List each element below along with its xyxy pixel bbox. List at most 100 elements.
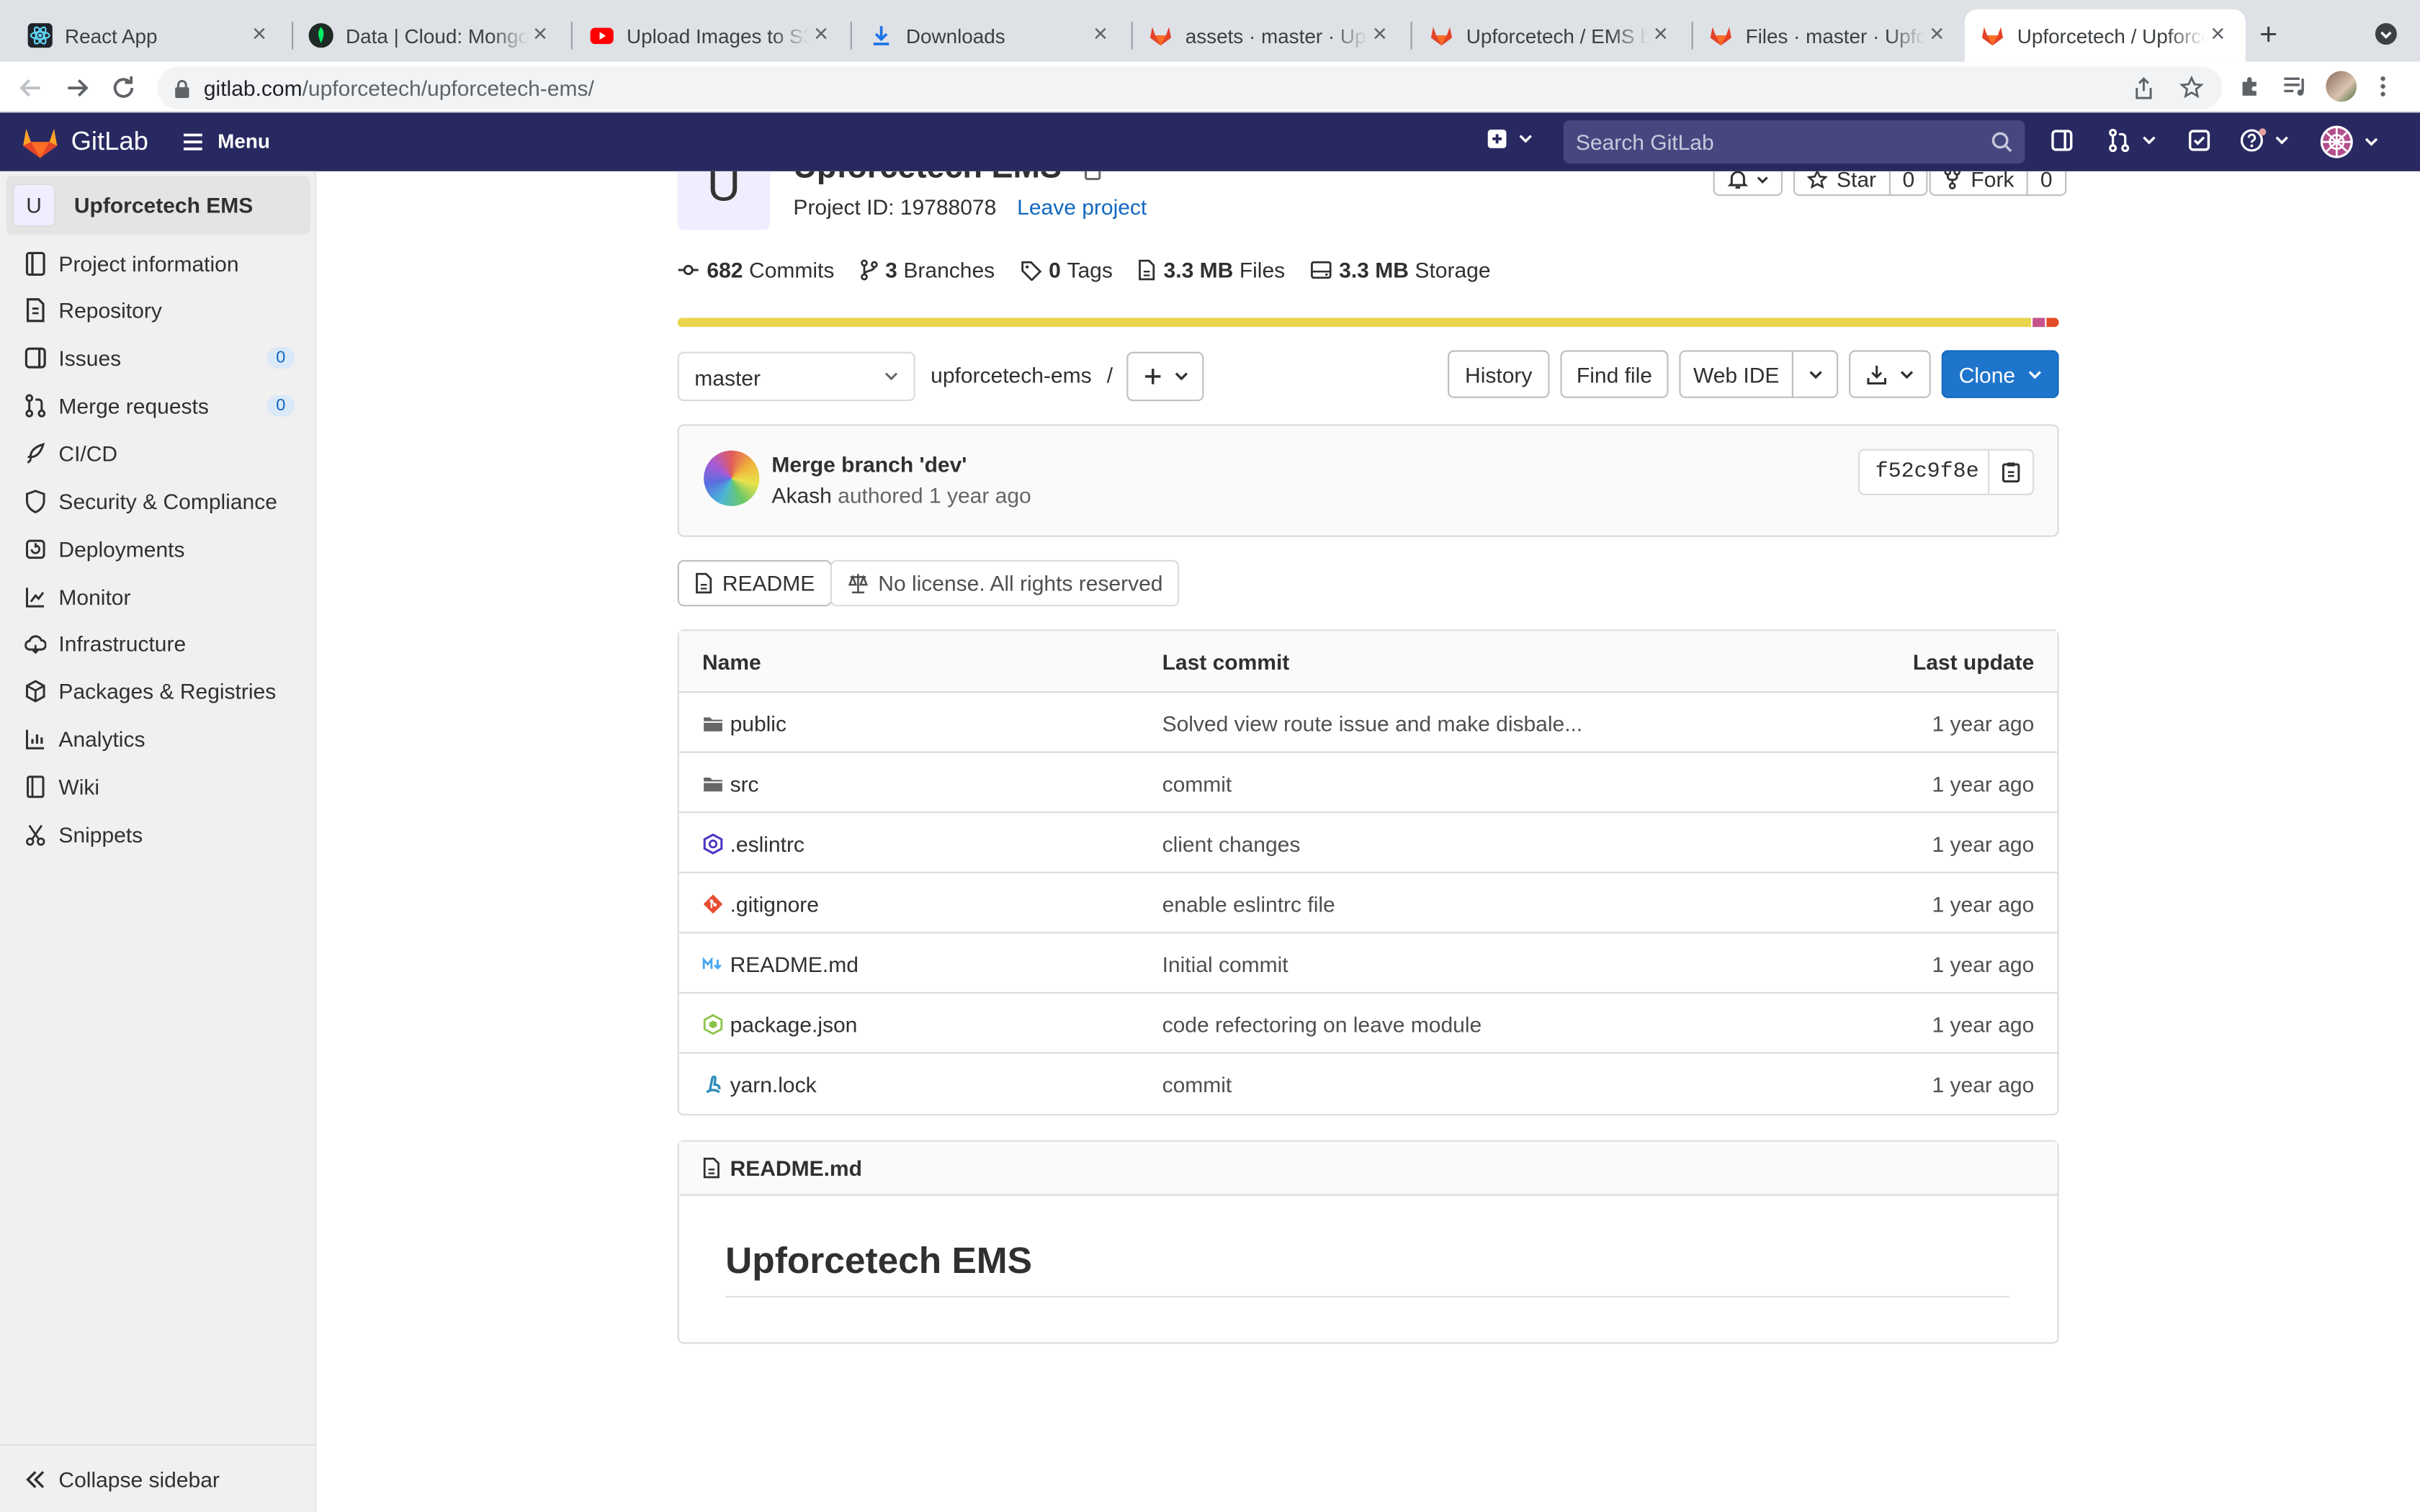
star-count[interactable]: 0 — [1888, 171, 1927, 194]
license-badge[interactable]: No license. All rights reserved — [830, 559, 1180, 607]
close-icon[interactable]: × — [2205, 22, 2230, 48]
last-commit-link[interactable]: commit — [1162, 771, 1232, 796]
last-commit-link[interactable]: Solved view route issue and make disbale… — [1162, 711, 1583, 736]
sidebar-item-repository[interactable]: Repository — [0, 287, 316, 333]
browser-tab[interactable]: Upforcetech / EMS bac × — [1414, 9, 1688, 62]
storage-stat[interactable]: 3.3 MB Storage — [1309, 258, 1491, 282]
table-row[interactable]: package.json code refectoring on leave m… — [678, 994, 2058, 1054]
commit-author[interactable]: Akash — [771, 483, 831, 508]
sidebar-item-packages-registries[interactable]: Packages & Registries — [0, 668, 316, 714]
sidebar-item-analytics[interactable]: Analytics — [0, 716, 316, 762]
fork-button[interactable]: Fork 0 — [1929, 171, 2066, 197]
close-icon[interactable]: × — [809, 22, 833, 48]
language-segment[interactable] — [2046, 318, 2059, 328]
back-icon[interactable] — [15, 73, 46, 104]
address-bar[interactable]: gitlab.com/upforcetech/upforcetech-ems/ — [157, 66, 2223, 110]
file-name-link[interactable]: README.md — [730, 952, 859, 976]
share-icon[interactable] — [2133, 77, 2154, 100]
commit-author-avatar[interactable] — [704, 450, 760, 506]
fork-count[interactable]: 0 — [2026, 171, 2065, 194]
file-name-link[interactable]: .eslintrc — [730, 832, 805, 856]
download-dropdown[interactable] — [1849, 350, 1931, 398]
breadcrumb-repo-link[interactable]: upforcetech-ems — [931, 363, 1091, 387]
tags-stat[interactable]: 0 Tags — [1019, 258, 1113, 282]
sidebar-item-deployments[interactable]: Deployments — [0, 526, 316, 572]
leave-project-link[interactable]: Leave project — [1017, 194, 1147, 219]
close-icon[interactable]: × — [1649, 22, 1673, 48]
close-icon[interactable]: × — [1368, 22, 1392, 48]
readme-badge-button[interactable]: README — [677, 559, 832, 607]
browser-tab-active[interactable]: Upforcetech / Upforcet × — [1964, 9, 2246, 62]
sidebar-item-infrastructure[interactable]: Infrastructure — [0, 620, 316, 666]
file-name-link[interactable]: public — [730, 711, 786, 736]
menu-button[interactable]: Menu — [182, 130, 270, 153]
merge-requests-dropdown[interactable] — [2107, 128, 2156, 153]
last-commit-link[interactable]: Initial commit — [1162, 952, 1289, 976]
browser-tab[interactable]: Downloads × — [853, 9, 1128, 62]
file-name-link[interactable]: .gitignore — [730, 892, 819, 917]
commit-sha[interactable]: f52c9f8e — [1860, 450, 1990, 494]
new-tab-icon[interactable]: + — [2259, 19, 2277, 54]
extensions-icon[interactable] — [2238, 74, 2262, 99]
files-stat[interactable]: 3.3 MB Files — [1137, 258, 1285, 282]
close-icon[interactable]: × — [528, 22, 552, 48]
gitlab-home-link[interactable]: GitLab — [22, 125, 148, 159]
last-commit-link[interactable]: enable eslintrc file — [1162, 892, 1335, 917]
sidebar-item-project-information[interactable]: Project information — [0, 240, 316, 287]
find-file-button[interactable]: Find file — [1560, 350, 1669, 398]
file-name-link[interactable]: src — [730, 771, 759, 796]
sidebar-project-link[interactable]: U Upforcetech EMS — [6, 176, 310, 235]
last-commit-link[interactable]: code refectoring on leave module — [1162, 1012, 1482, 1037]
language-segment[interactable] — [677, 318, 2031, 328]
repository-languages-bar[interactable] — [677, 318, 2059, 328]
new-dropdown[interactable] — [1487, 128, 1533, 150]
collapse-sidebar-button[interactable]: Collapse sidebar — [0, 1444, 317, 1512]
readme-filename[interactable]: README.md — [730, 1156, 862, 1180]
sidebar-item-issues[interactable]: Issues 0 — [0, 335, 316, 381]
table-row[interactable]: yarn.lock commit 1 year ago — [679, 1054, 2058, 1115]
last-commit-link[interactable]: commit — [1162, 1072, 1232, 1097]
forward-icon[interactable] — [62, 73, 93, 104]
close-icon[interactable]: × — [1924, 22, 1949, 48]
notification-dropdown[interactable] — [1713, 171, 1783, 197]
browser-tab[interactable]: assets · master · Upforc × — [1133, 9, 1407, 62]
issues-icon[interactable] — [2050, 128, 2074, 153]
sidebar-item-wiki[interactable]: Wiki — [0, 764, 316, 810]
sidebar-item-merge-requests[interactable]: Merge requests 0 — [0, 382, 316, 428]
tab-search-icon[interactable] — [2374, 22, 2398, 46]
table-row[interactable]: .eslintrc client changes 1 year ago — [678, 813, 2058, 873]
table-row[interactable]: .gitignore enable eslintrc file 1 year a… — [678, 873, 2058, 934]
table-row[interactable]: public Solved view route issue and make … — [678, 693, 2058, 753]
clone-button[interactable]: Clone — [1941, 350, 2059, 398]
bookmark-star-icon[interactable] — [2179, 76, 2204, 100]
copy-sha-button[interactable] — [1989, 451, 2033, 494]
todo-icon[interactable] — [2187, 128, 2211, 153]
browser-tab[interactable]: Files · master · Upforce × — [1693, 9, 1965, 62]
close-icon[interactable]: × — [247, 22, 272, 48]
user-menu[interactable] — [2320, 125, 2378, 159]
media-control-icon[interactable] — [2282, 74, 2311, 99]
commit-title[interactable]: Merge branch 'dev' — [771, 452, 967, 477]
file-name-link[interactable]: package.json — [730, 1012, 858, 1037]
web-ide-button[interactable]: Web IDE — [1679, 350, 1793, 398]
branch-selector[interactable]: master — [677, 351, 915, 402]
browser-tab[interactable]: Data | Cloud: MongoDB × — [293, 9, 568, 62]
browser-tab[interactable]: Upload Images to S3 fr × — [574, 9, 848, 62]
file-name-link[interactable]: yarn.lock — [730, 1072, 817, 1097]
close-icon[interactable]: × — [1088, 22, 1113, 48]
sidebar-item-ci-cd[interactable]: CI/CD — [0, 431, 316, 477]
browser-tab[interactable]: React App × — [12, 9, 287, 62]
help-dropdown[interactable] — [2239, 128, 2289, 153]
add-to-tree-dropdown[interactable] — [1126, 351, 1204, 402]
table-row[interactable]: README.md Initial commit 1 year ago — [678, 933, 2058, 994]
sidebar-item-snippets[interactable]: Snippets — [0, 811, 316, 858]
sidebar-item-security-compliance[interactable]: Security & Compliance — [0, 478, 316, 524]
last-commit-link[interactable]: client changes — [1162, 832, 1301, 856]
branches-stat[interactable]: 3 Branches — [859, 258, 995, 282]
star-button[interactable]: Star 0 — [1793, 171, 1929, 197]
reload-icon[interactable] — [108, 73, 139, 104]
history-button[interactable]: History — [1447, 350, 1550, 398]
web-ide-dropdown[interactable] — [1791, 350, 1839, 398]
sidebar-item-monitor[interactable]: Monitor — [0, 574, 316, 620]
search-input[interactable]: Search GitLab — [1563, 120, 2025, 164]
